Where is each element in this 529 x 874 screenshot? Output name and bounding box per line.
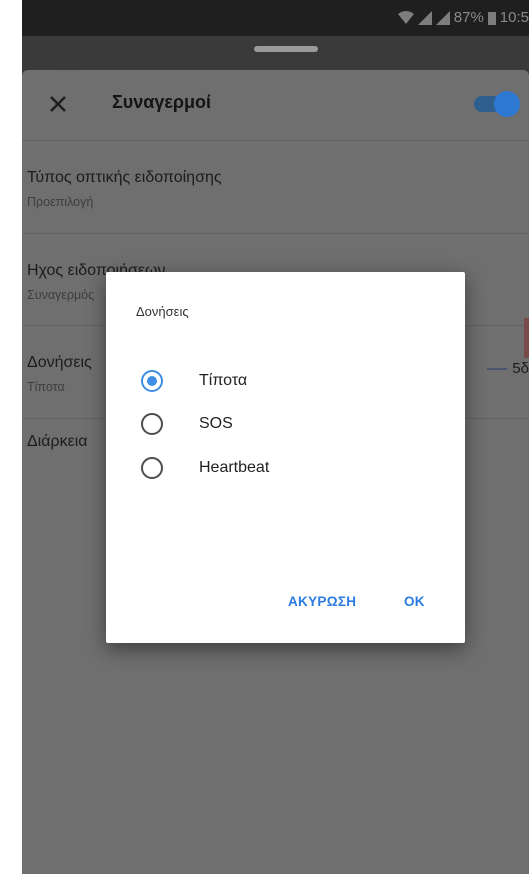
battery-icon: [487, 11, 496, 25]
radio-selected[interactable]: [141, 370, 163, 392]
row-title: Δονήσεις: [27, 354, 92, 371]
duration-value: 5δ: [512, 360, 529, 377]
ok-button[interactable]: OK: [404, 594, 425, 609]
battery-percent: 87%: [453, 9, 484, 26]
option-label: SOS: [199, 415, 233, 432]
row-subtitle: Τίποτα: [27, 380, 65, 394]
radio-unselected[interactable]: [141, 457, 163, 479]
signal-icon-2: [435, 10, 450, 25]
row-title: Διάρκεια: [27, 433, 88, 450]
option-none[interactable]: Τίποτα: [106, 360, 465, 404]
option-sos[interactable]: SOS: [106, 403, 465, 447]
status-bar: 87% 10:5: [22, 0, 529, 36]
option-label: Τίποτα: [199, 372, 248, 389]
duration-slider-track[interactable]: [487, 368, 507, 370]
row-visual-notification-type[interactable]: Τύπος οπτικής ειδοποίησης Προεπιλογή: [22, 140, 529, 234]
row-subtitle: Συναγερμός: [27, 288, 95, 302]
clock: 10:5: [499, 9, 529, 26]
sheet-title: Συναγερμοί: [112, 92, 212, 112]
option-heartbeat[interactable]: Heartbeat: [106, 447, 465, 491]
toggle-thumb: [494, 91, 520, 117]
radio-unselected[interactable]: [141, 413, 163, 435]
sheet-drag-handle[interactable]: [254, 46, 318, 52]
row-title: Τύπος οπτικής ειδοποίησης: [27, 169, 222, 186]
wifi-icon: [397, 10, 414, 24]
cancel-button[interactable]: ΑΚΥΡΩΣΗ: [288, 594, 356, 609]
close-icon: [50, 96, 66, 112]
status-icons: 87% 10:5: [397, 9, 529, 26]
sheet-header: Συναγερμοί: [22, 70, 529, 138]
dialog-title: Δονήσεις: [136, 304, 189, 319]
alarms-toggle[interactable]: [474, 90, 520, 117]
option-label: Heartbeat: [199, 459, 270, 476]
close-button[interactable]: [44, 90, 72, 118]
vibrations-dialog: Δονήσεις Τίποτα SOS Heartbeat ΑΚΥΡΩΣΗ OK: [106, 272, 465, 643]
edge-indicator: [524, 318, 529, 358]
row-subtitle: Προεπιλογή: [27, 195, 94, 209]
signal-icon: [417, 10, 432, 25]
